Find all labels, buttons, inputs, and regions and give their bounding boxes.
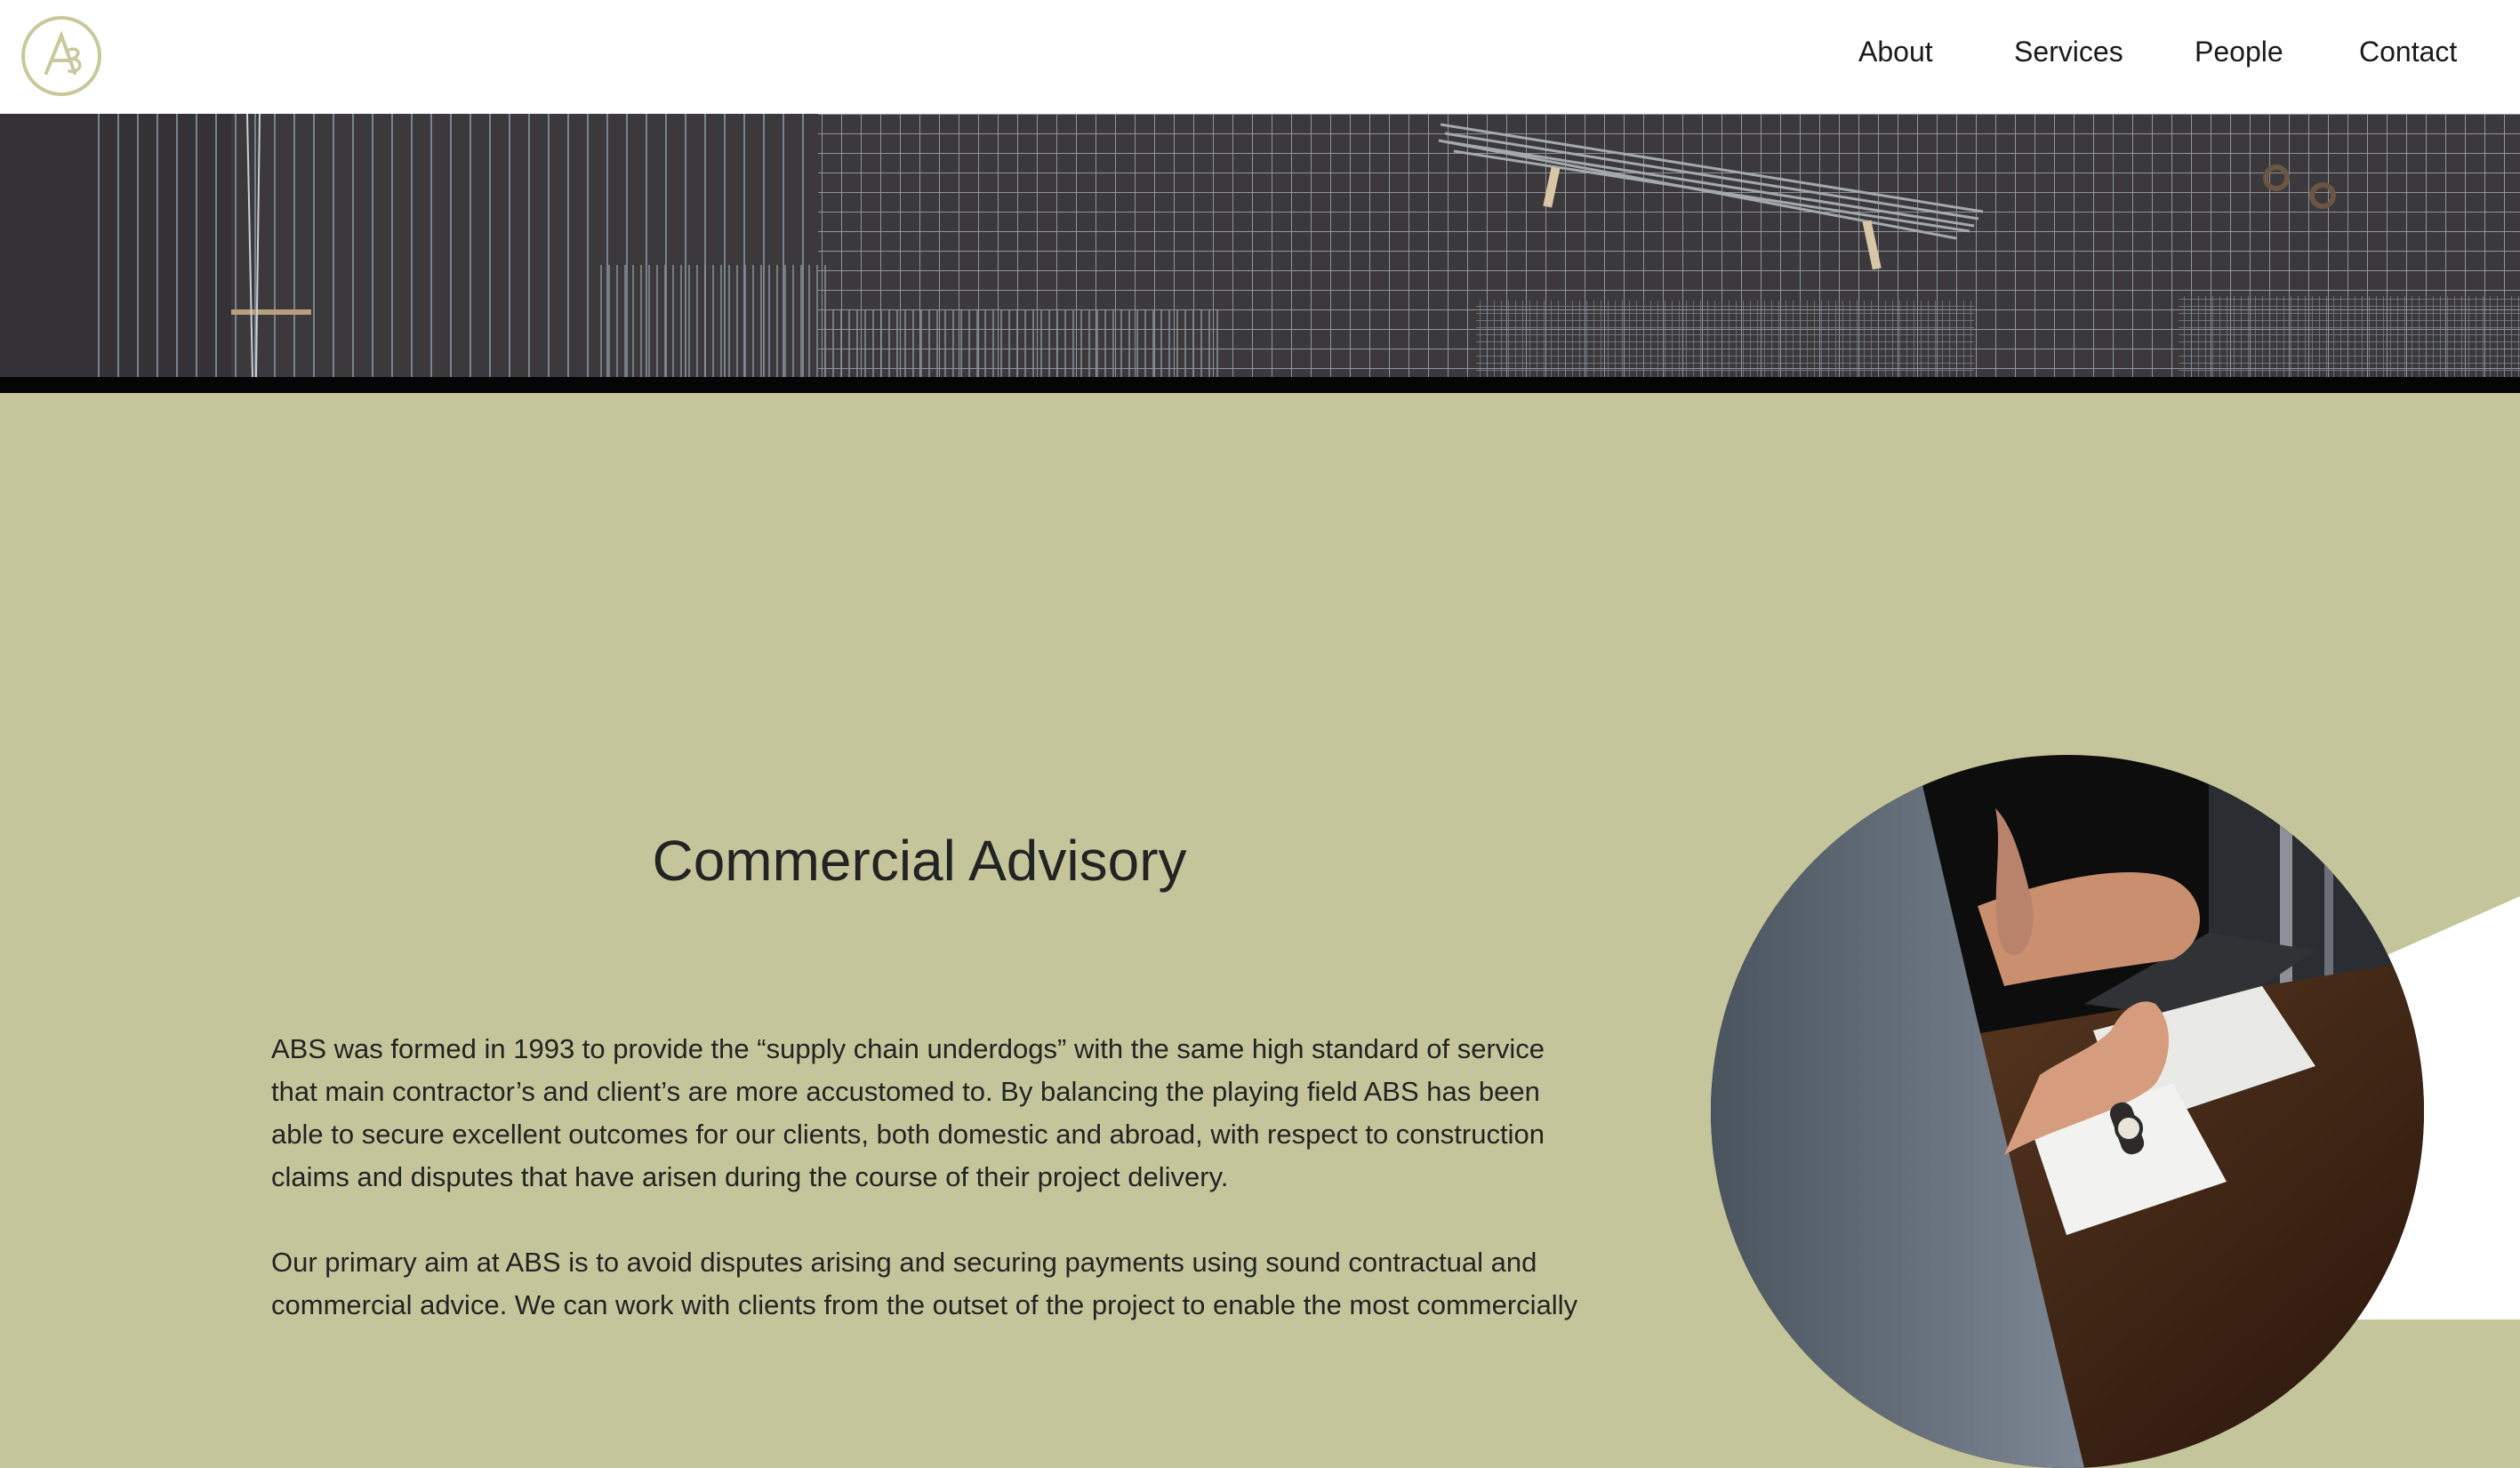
main-nav: About Services People Contact — [0, 0, 2520, 114]
hero-divider — [0, 377, 2520, 393]
aim-paragraph: Our primary aim at ABS is to avoid dispu… — [271, 1247, 1578, 1320]
nav-services-link[interactable]: Services — [2014, 32, 2123, 71]
page-title: Commercial Advisory — [652, 829, 1187, 893]
nav-people-link[interactable]: People — [2195, 32, 2283, 71]
nav-about-link[interactable]: About — [1858, 32, 1933, 71]
meeting-photo — [1711, 755, 2424, 1468]
nav-contact-link[interactable]: Contact — [2359, 32, 2457, 71]
site-header: About Services People Contact — [0, 0, 2520, 114]
meeting-photo-icon — [1711, 755, 2424, 1468]
hero-banner-image — [0, 114, 2520, 377]
wire-mesh-icon — [0, 114, 2520, 377]
intro-paragraph: ABS was formed in 1993 to provide the “s… — [271, 1033, 1545, 1192]
